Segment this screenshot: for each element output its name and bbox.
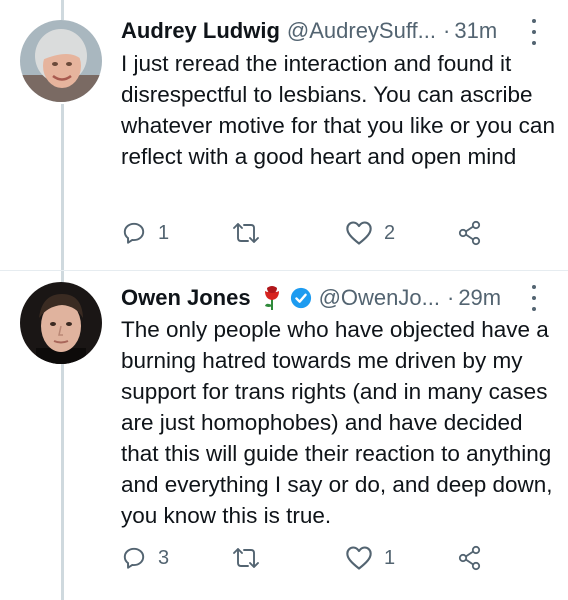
reply-count: 1 bbox=[158, 221, 170, 244]
reply-button[interactable]: 3 bbox=[121, 543, 169, 573]
share-icon bbox=[458, 545, 481, 571]
reply-count: 3 bbox=[158, 546, 170, 569]
tweet-header: Owen Jones @OwenJo... · 29m bbox=[121, 283, 501, 313]
separator-dot: · bbox=[446, 285, 455, 310]
display-name[interactable]: Audrey Ludwig bbox=[121, 18, 280, 44]
like-button[interactable]: 1 bbox=[345, 543, 395, 573]
more-options-icon[interactable] bbox=[527, 19, 541, 45]
share-button[interactable] bbox=[457, 218, 483, 248]
more-options-icon[interactable] bbox=[527, 285, 541, 311]
retweet-button[interactable] bbox=[231, 218, 272, 248]
retweet-arrows-icon bbox=[233, 548, 259, 568]
retweet-arrows-icon bbox=[233, 223, 259, 243]
heart-icon bbox=[346, 221, 372, 245]
reply-bubble-icon bbox=[123, 222, 145, 244]
share-button[interactable] bbox=[457, 543, 483, 573]
tweet-card[interactable]: Owen Jones @OwenJo... · 29m The only peo… bbox=[0, 271, 568, 600]
timestamp[interactable]: 31m bbox=[454, 18, 497, 44]
profile-photo-man-icon bbox=[20, 282, 102, 364]
reply-button[interactable]: 1 bbox=[121, 218, 169, 248]
like-count: 1 bbox=[384, 546, 396, 569]
retweet-button[interactable] bbox=[231, 543, 272, 573]
timestamp[interactable]: 29m bbox=[458, 285, 501, 311]
tweet-header: Audrey Ludwig @AudreySuff... · 31m bbox=[121, 16, 497, 46]
rose-icon bbox=[261, 285, 283, 311]
heart-icon bbox=[346, 546, 372, 570]
separator-dot: · bbox=[443, 18, 451, 43]
tweet-card[interactable]: Audrey Ludwig @AudreySuff... · 31m I jus… bbox=[0, 0, 568, 270]
like-count: 2 bbox=[384, 221, 396, 244]
user-handle[interactable]: @OwenJo... bbox=[319, 285, 440, 311]
action-bar: 1 2 bbox=[121, 218, 561, 248]
tweet-text: The only people who have objected have a… bbox=[121, 317, 553, 528]
share-icon bbox=[458, 220, 481, 246]
avatar[interactable] bbox=[20, 282, 102, 364]
like-button[interactable]: 2 bbox=[345, 218, 395, 248]
action-bar: 3 1 bbox=[121, 543, 561, 573]
reply-bubble-icon bbox=[123, 547, 145, 569]
avatar[interactable] bbox=[20, 20, 102, 102]
user-handle[interactable]: @AudreySuff... bbox=[287, 18, 436, 44]
profile-photo-woman-icon bbox=[20, 20, 102, 102]
tweet-text: I just reread the interaction and found … bbox=[121, 51, 555, 169]
display-name[interactable]: Owen Jones bbox=[121, 285, 251, 311]
verified-badge-icon bbox=[290, 287, 312, 309]
